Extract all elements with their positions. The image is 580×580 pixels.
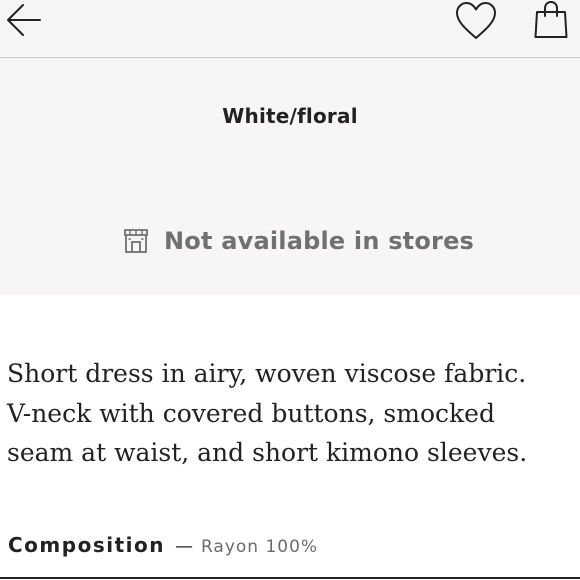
- composition-separator: —: [174, 536, 193, 557]
- store-icon: [122, 227, 150, 255]
- section-divider: [0, 577, 580, 579]
- back-button[interactable]: [4, 1, 44, 41]
- product-description: Short dress in airy, woven viscose fabri…: [7, 359, 528, 467]
- composition-row: Composition — Rayon 100%: [8, 533, 318, 557]
- selected-color-name: White/floral: [222, 104, 358, 128]
- top-navigation-bar: [0, 0, 580, 58]
- shopping-bag-icon: [534, 0, 568, 38]
- composition-value: Rayon 100%: [200, 537, 319, 557]
- availability-text: Not available in stores: [164, 227, 475, 255]
- composition-label: Composition: [8, 533, 165, 557]
- arrow-left-icon: [7, 4, 41, 36]
- store-availability: Not available in stores: [122, 224, 474, 258]
- shopping-bag-button[interactable]: [532, 0, 570, 42]
- favorite-button[interactable]: [453, 0, 499, 42]
- heart-icon: [456, 2, 496, 39]
- product-info-panel: White/floral Not available in stores: [0, 58, 580, 295]
